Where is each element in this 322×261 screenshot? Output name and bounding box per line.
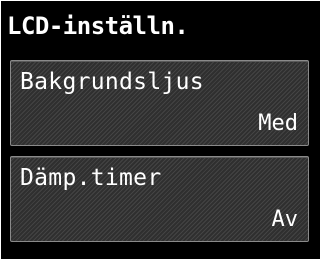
lcd-screen: LCD-inställn. Bakgrundsljus Med Dämp.tim… xyxy=(1,1,320,259)
menu-item-value: Med xyxy=(258,111,298,136)
menu-item-dim-timer[interactable]: Dämp.timer Av xyxy=(10,156,309,242)
screen-title: LCD-inställn. xyxy=(7,12,189,40)
menu-item-backlight[interactable]: Bakgrundsljus Med xyxy=(10,60,309,146)
menu-item-label: Dämp.timer xyxy=(20,165,162,191)
menu-item-value: Av xyxy=(271,207,299,232)
menu-item-label: Bakgrundsljus xyxy=(20,69,204,95)
